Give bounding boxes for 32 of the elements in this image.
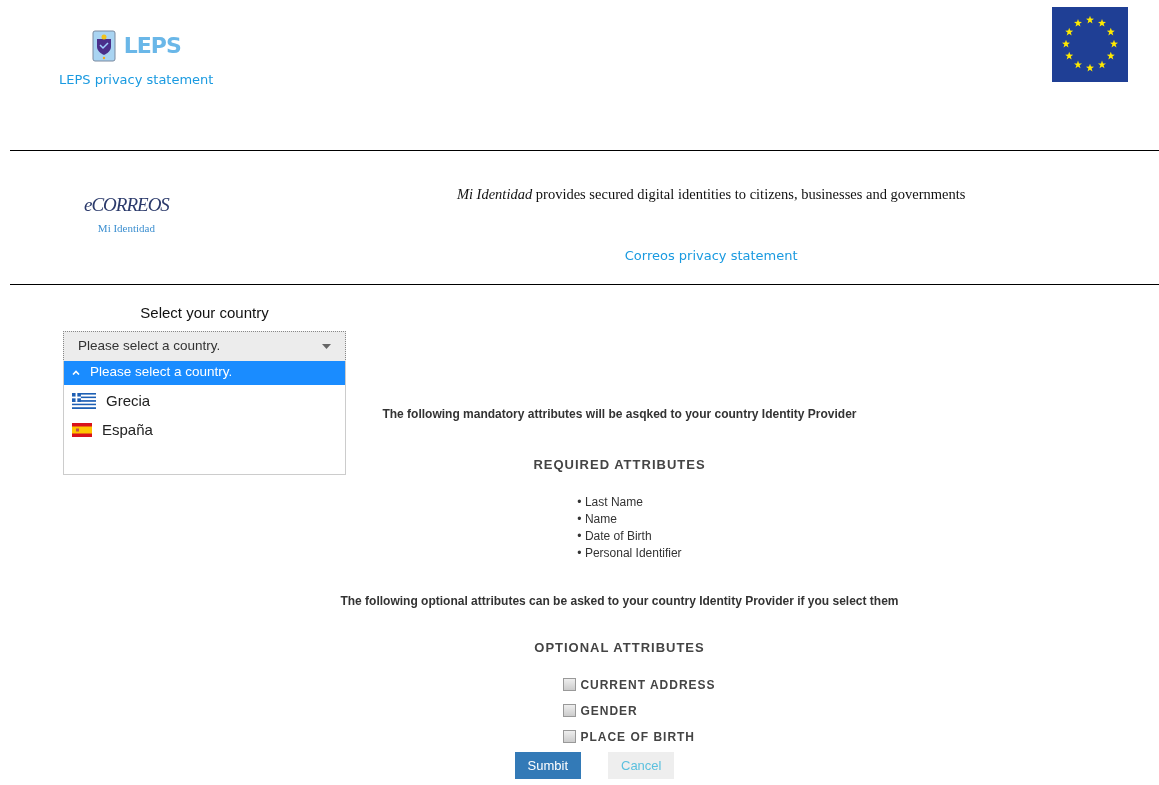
logo-wordmark: LEPS (123, 32, 181, 60)
info-text: The following optional attributes can be asked to your country Identity Provider if you select them (340, 594, 899, 608)
country-select[interactable]: Please select a country. (63, 330, 346, 362)
list-item: • Personal Identifier (577, 545, 682, 562)
dropdown-option[interactable]: España (64, 413, 345, 443)
checkbox[interactable] (563, 730, 577, 743)
privacy-link[interactable]: LEPS privacy statement (59, 70, 214, 90)
list-item: • Last Name (577, 494, 644, 511)
caret-icon (322, 343, 331, 349)
checkbox[interactable] (563, 678, 577, 691)
option-label: PLACE OF BIRTH (580, 728, 696, 746)
field-label: Select your country (139, 303, 270, 323)
dropdown-option[interactable]: Please select a country. (64, 360, 345, 385)
eu-flag-icon (1052, 7, 1128, 82)
dropdown-option[interactable]: Grecia (64, 384, 345, 414)
logo-wordmark: eCORREOS (84, 193, 169, 217)
flag-icon (72, 393, 96, 409)
flag-icon (72, 423, 92, 437)
privacy-link[interactable]: Correos privacy statement (624, 245, 798, 266)
tagline: Mi Identidad provides secured digital identities to citizens, businesses and governments (456, 185, 966, 204)
checkbox[interactable] (563, 704, 577, 717)
chevron-up-icon (72, 370, 80, 375)
shield-badge-icon (91, 30, 116, 62)
info-text: The following mandatory attributes will be asqked to your country Identity Provider (382, 406, 857, 421)
section-heading: OPTIONAL ATTRIBUTES (533, 639, 706, 657)
list-item: • Date of Birth (577, 528, 653, 545)
list-item: • Name (577, 511, 618, 528)
logo-subtitle: Mi Identidad (97, 220, 155, 236)
submit-button[interactable]: Sumbit (514, 751, 581, 779)
section-heading: REQUIRED ATTRIBUTES (532, 455, 707, 474)
option-label: GENDER (580, 702, 638, 720)
option-label: CURRENT ADDRESS (580, 676, 716, 694)
